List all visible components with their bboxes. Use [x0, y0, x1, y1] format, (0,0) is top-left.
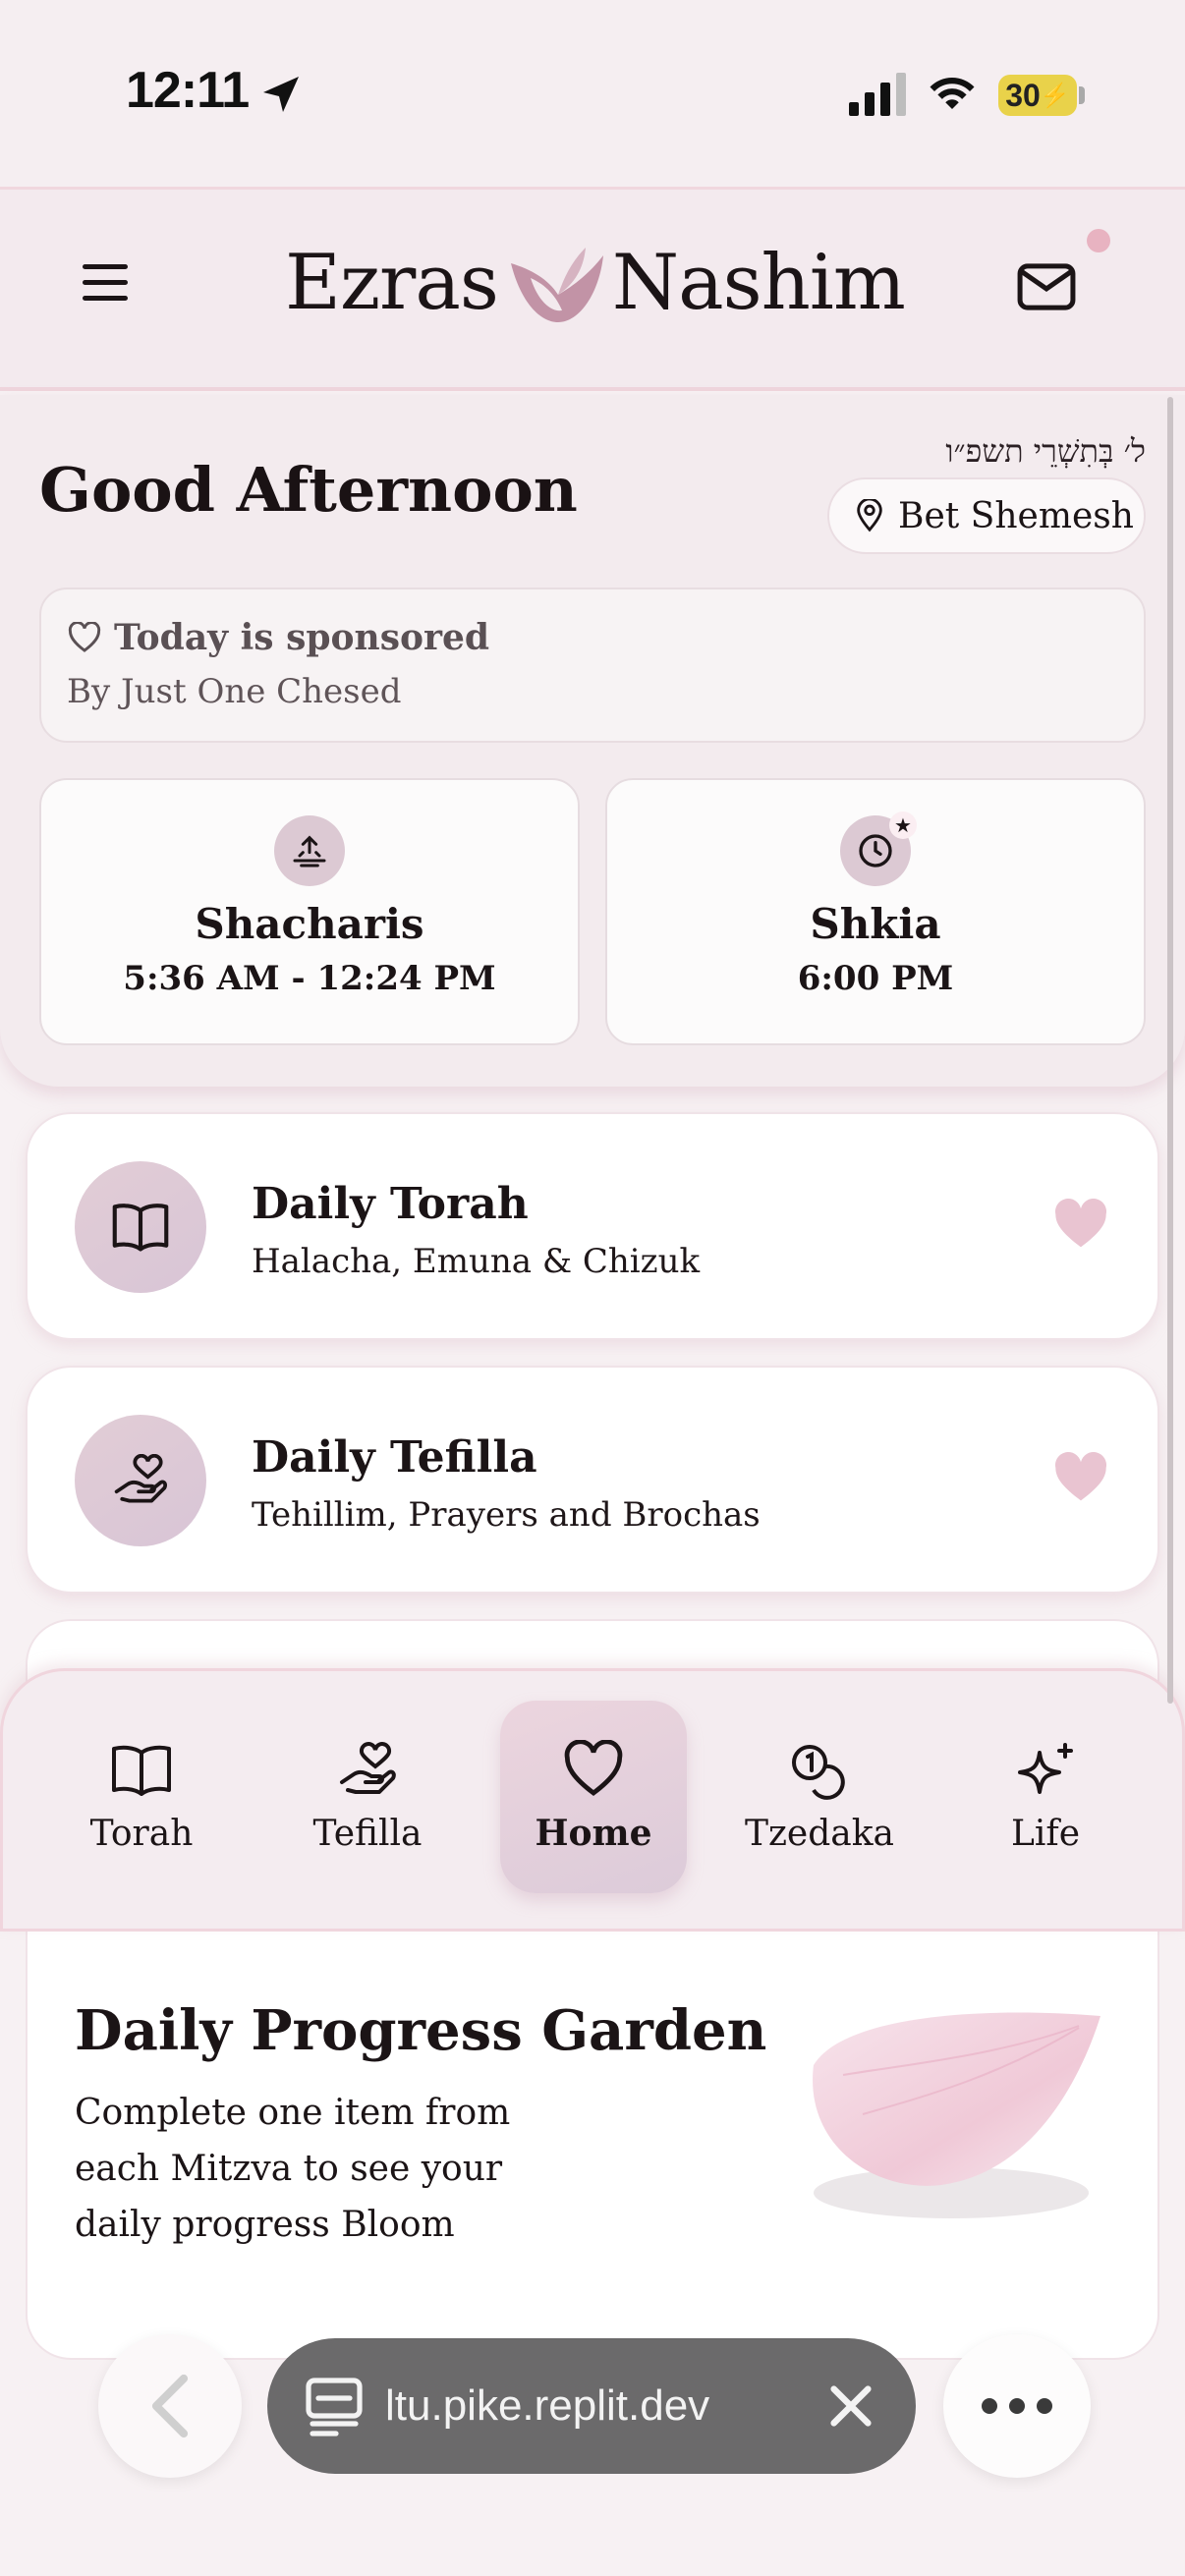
logo-text-right: Nashim [611, 239, 906, 327]
logo-text-left: Ezras [285, 239, 499, 327]
close-icon[interactable] [825, 2380, 876, 2432]
location-arrow-icon [263, 77, 299, 112]
battery-indicator: 30 ⚡ [998, 75, 1077, 116]
daily-tefilla-card[interactable]: Daily Tefilla Tehillim, Prayers and Broc… [26, 1366, 1159, 1594]
clock-icon: ★ [840, 812, 917, 886]
shacharis-card[interactable]: Shacharis 5:36 AM - 12:24 PM [39, 778, 580, 1045]
notification-dot [1087, 229, 1110, 252]
feature-subtitle: Tehillim, Prayers and Brochas [252, 1495, 761, 1535]
shkia-card[interactable]: ★ Shkia 6:00 PM [605, 778, 1146, 1045]
tab-life[interactable]: Life [952, 1701, 1139, 1893]
garden-title: Daily Progress Garden [75, 1998, 767, 2063]
sponsor-subtitle: By Just One Chesed [67, 672, 402, 711]
tab-tzedaka[interactable]: Tzedaka [726, 1701, 913, 1893]
book-icon [112, 1745, 171, 1796]
progress-garden-card[interactable]: Daily Progress Garden Complete one item … [26, 1928, 1159, 2360]
star-badge-icon: ★ [889, 812, 917, 839]
garden-description: Complete one item from each Mitzva to se… [75, 2093, 511, 2245]
greeting-title: Good Afternoon [39, 454, 578, 526]
status-bar: 12:11 30 ⚡ [0, 0, 1185, 187]
sponsor-title: Today is sponsored [114, 617, 490, 658]
hero-panel: ל׳ בְּתִשְׁרֵי תשפ״ו Good Afternoon Bet … [0, 395, 1185, 1087]
time-value: 5:36 AM - 12:24 PM [123, 959, 496, 998]
tab-label: Torah [89, 1813, 194, 1854]
book-icon [75, 1161, 206, 1293]
time-label: Shacharis [195, 900, 424, 948]
tab-torah[interactable]: Torah [48, 1701, 235, 1893]
map-pin-icon [857, 499, 882, 532]
browser-url-bar[interactable]: ltu.pike.replit.dev [267, 2338, 916, 2474]
cellular-signal-icon [849, 73, 906, 116]
feature-subtitle: Halacha, Emuna & Chizuk [252, 1242, 701, 1281]
heart-outline-icon [68, 622, 101, 652]
menu-button[interactable] [83, 251, 145, 313]
feature-title: Daily Torah [252, 1179, 529, 1229]
tab-label: Tefilla [312, 1813, 423, 1854]
hebrew-date: ל׳ בְּתִשְׁרֵי תשפ״ו [945, 432, 1146, 470]
dot-icon [1037, 2398, 1052, 2414]
sponsor-box: Today is sponsored By Just One Chesed [39, 588, 1146, 743]
bottom-tab-bar: Torah Tefilla Home Tzedaka Life [0, 1668, 1185, 1932]
dot-icon [1009, 2398, 1025, 2414]
tab-label: Life [1010, 1813, 1081, 1854]
dot-icon [982, 2398, 997, 2414]
tab-label: Home [535, 1813, 652, 1854]
favorite-heart-icon[interactable] [1053, 1452, 1108, 1503]
wifi-icon [930, 78, 975, 109]
app-logo: Ezras Nashim [285, 229, 906, 337]
battery-level: 30 [1005, 77, 1041, 113]
mail-icon[interactable] [1016, 262, 1077, 311]
hand-heart-icon [340, 1741, 396, 1794]
sunrise-icon [274, 815, 345, 886]
favorite-heart-icon[interactable] [1053, 1199, 1108, 1250]
sparkles-icon [1018, 1742, 1073, 1794]
tab-home[interactable]: Home [500, 1701, 687, 1893]
heart-icon [564, 1740, 623, 1797]
time-value: 6:00 PM [797, 959, 954, 998]
lotus-logo-icon [510, 248, 603, 322]
flower-petal-image [813, 2012, 1100, 2218]
tab-label: Tzedaka [744, 1813, 895, 1854]
chevron-left-icon [151, 2374, 189, 2438]
location-label: Bet Shemesh [898, 495, 1134, 536]
tabs-icon [306, 2378, 363, 2436]
status-time: 12:11 [126, 62, 250, 119]
time-label: Shkia [810, 900, 941, 948]
tab-tefilla[interactable]: Tefilla [274, 1701, 461, 1893]
charging-bolt-icon: ⚡ [1040, 82, 1070, 109]
coins-icon [792, 1744, 845, 1800]
browser-back-button[interactable] [98, 2334, 242, 2478]
scroll-indicator[interactable] [1167, 397, 1173, 1704]
feature-title: Daily Tefilla [252, 1432, 537, 1483]
battery-cap [1079, 86, 1085, 104]
browser-more-button[interactable] [943, 2334, 1091, 2478]
location-button[interactable]: Bet Shemesh [827, 477, 1146, 554]
hand-heart-icon [75, 1415, 206, 1546]
app-header: Ezras Nashim [0, 187, 1185, 391]
url-text: ltu.pike.replit.dev [385, 2381, 710, 2430]
daily-torah-card[interactable]: Daily Torah Halacha, Emuna & Chizuk [26, 1112, 1159, 1340]
